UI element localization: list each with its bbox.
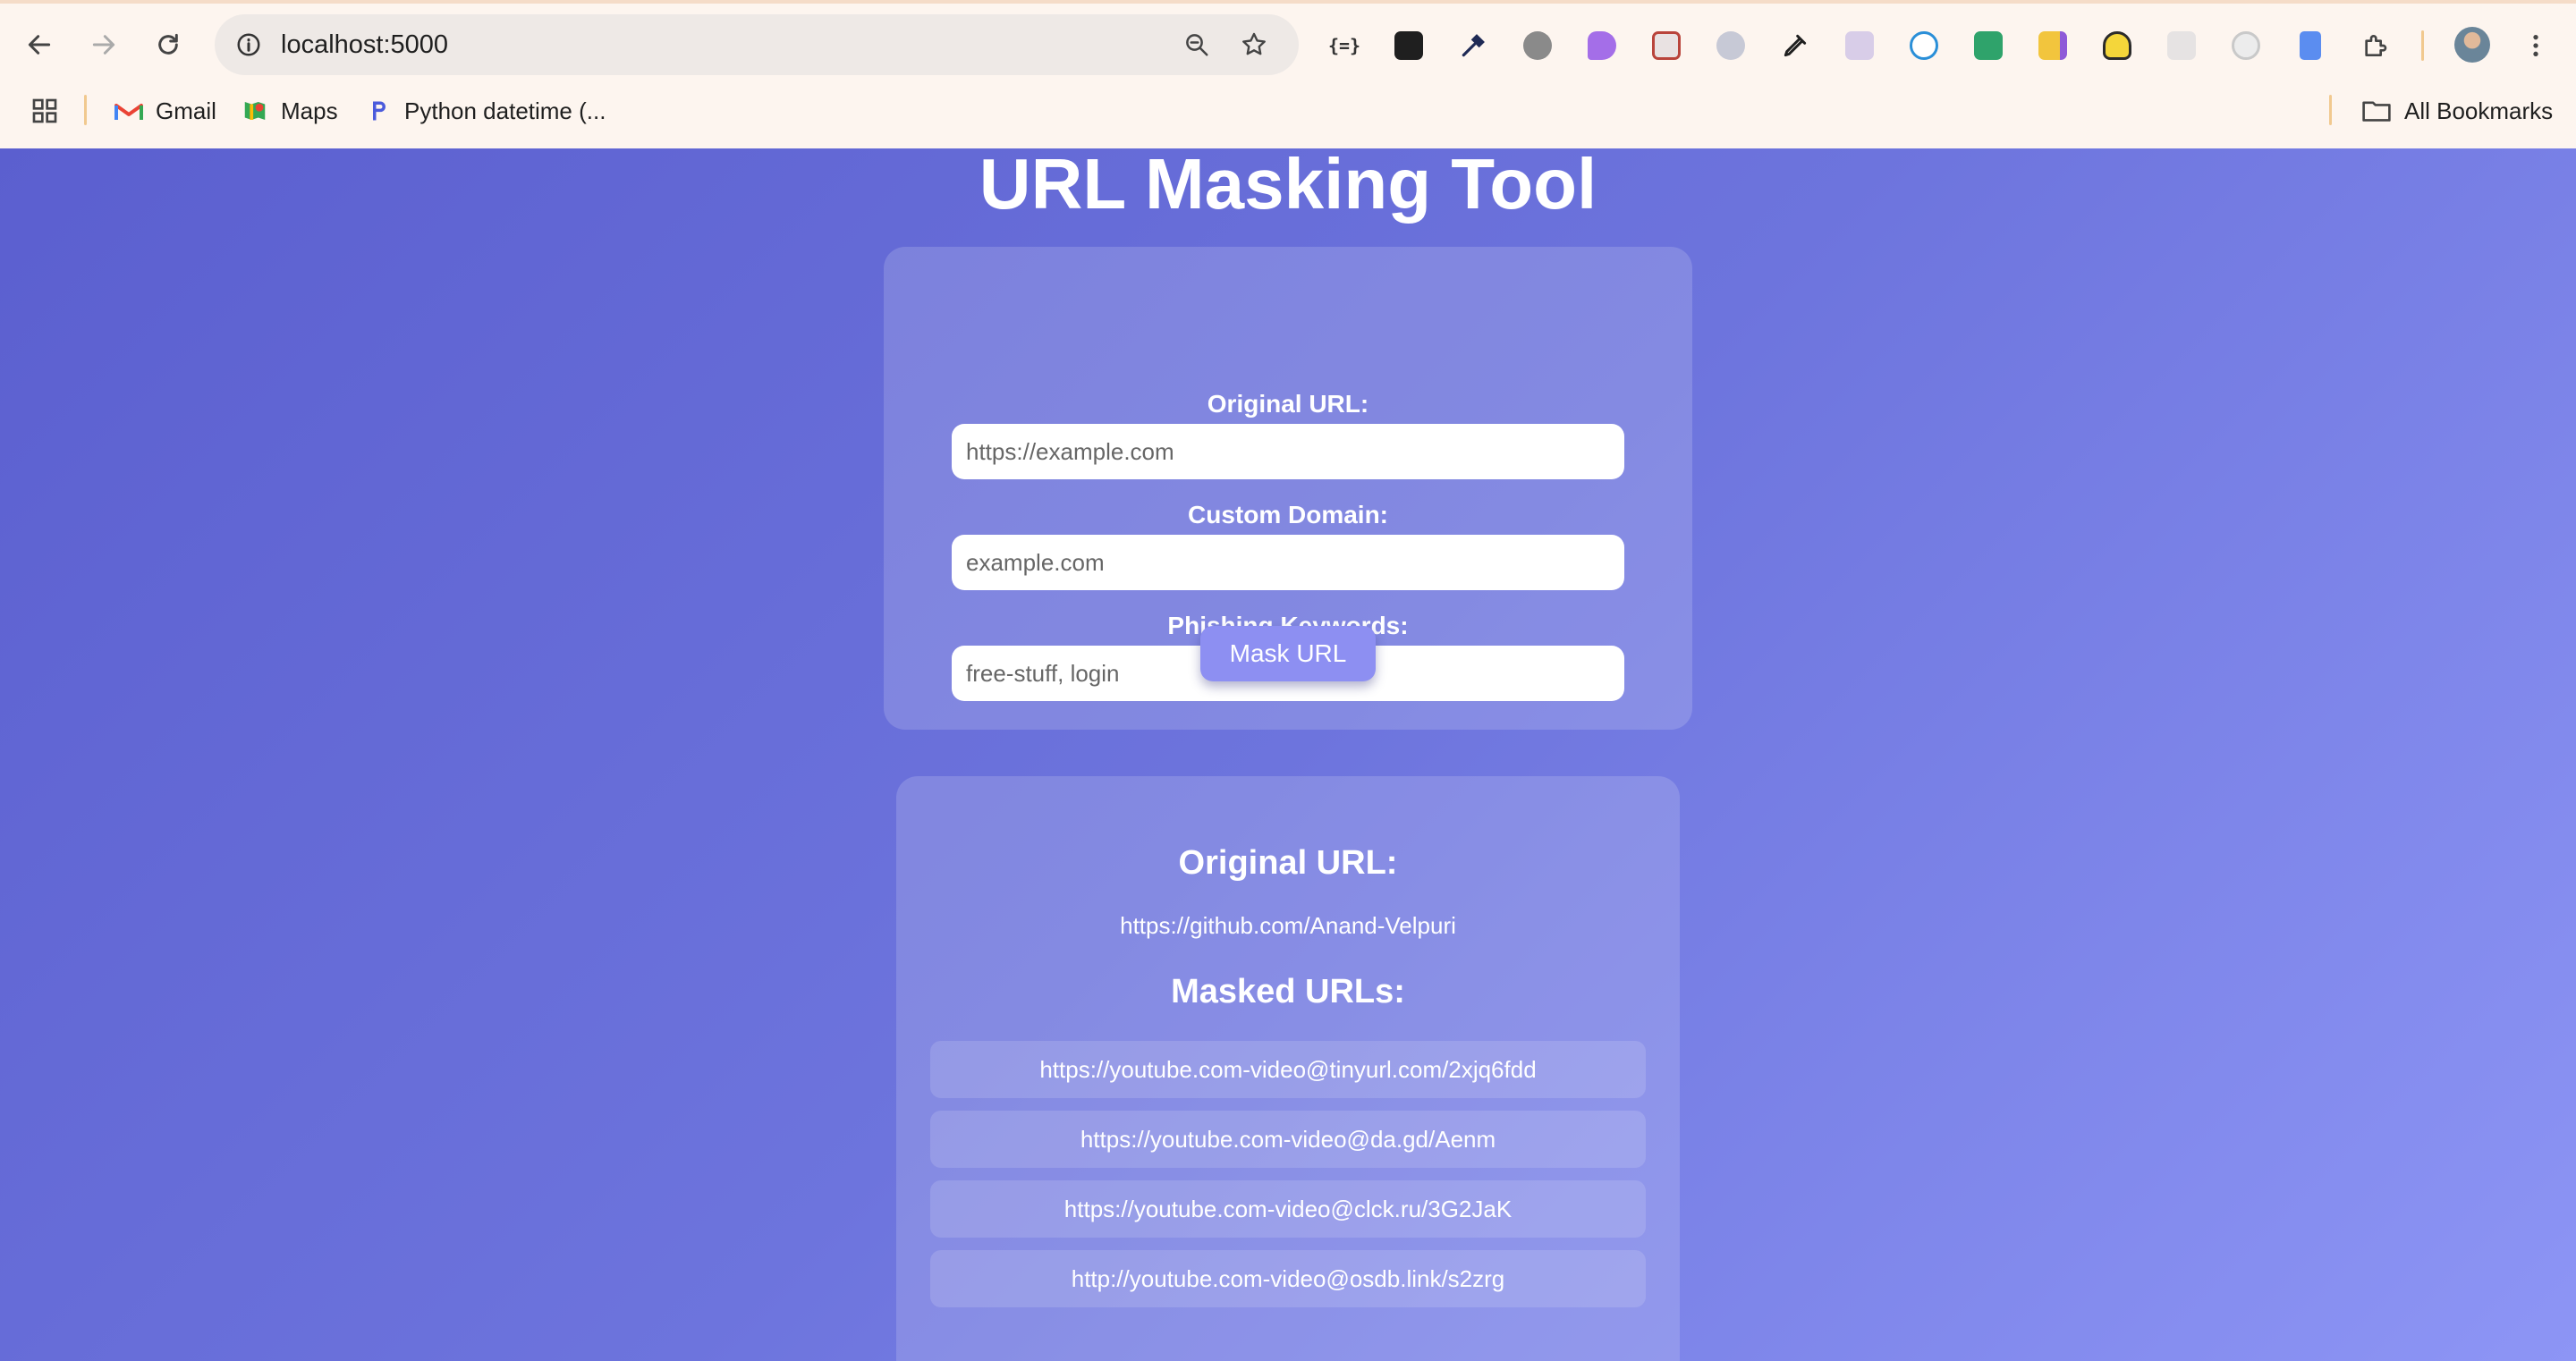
bookmark-python-datetime[interactable]: Python datetime (... [367, 93, 606, 129]
all-bookmarks-label: All Bookmarks [2404, 97, 2554, 124]
forward-button[interactable] [80, 21, 127, 68]
reload-icon [158, 33, 178, 55]
bookmark-label: Maps [281, 97, 338, 124]
original-url-input[interactable]: https://example.com [952, 424, 1624, 479]
site-info-icon[interactable] [231, 27, 267, 63]
masked-url-item[interactable]: http://youtube.com-video@osdb.link/s2zrg [930, 1250, 1646, 1307]
menu-kebab-icon[interactable] [2519, 29, 2553, 63]
lightbulb-extension-icon[interactable] [2100, 29, 2134, 63]
custom-domain-label: Custom Domain: [1188, 501, 1388, 528]
pycharm-icon [373, 101, 386, 121]
page-content: URL Masking Tool Original URL: https://e… [0, 148, 2576, 1361]
original-url-label: Original URL: [1207, 390, 1369, 418]
address-text[interactable]: localhost:5000 [281, 30, 448, 60]
original-url-placeholder: https://example.com [966, 437, 1174, 465]
custom-domain-input[interactable]: example.com [952, 535, 1624, 590]
tab-strip-edge [0, 0, 2576, 4]
masked-url-item[interactable]: https://youtube.com-video@tinyurl.com/2x… [930, 1041, 1646, 1098]
profile-avatar[interactable] [2454, 27, 2490, 63]
calendar-extension-icon[interactable] [1649, 29, 1683, 63]
grey-extension-icon[interactable] [2165, 29, 2199, 63]
masked-urls-heading: Masked URLs: [1171, 973, 1405, 1010]
forward-arrow-icon [92, 35, 115, 55]
back-button[interactable] [16, 21, 63, 68]
zoom-icon[interactable] [1179, 27, 1215, 63]
bookmark-label: Python datetime (... [404, 97, 606, 124]
result-card: Original URL: https://github.com/Anand-V… [896, 776, 1680, 1361]
back-arrow-icon [28, 35, 51, 55]
eyedropper-extension-icon[interactable] [1456, 29, 1490, 63]
page-title: URL Masking Tool [979, 148, 1597, 224]
green-extension-icon[interactable] [1971, 29, 2005, 63]
custom-domain-placeholder: example.com [966, 548, 1105, 576]
maps-icon [244, 102, 266, 120]
bookmark-star-icon[interactable] [1236, 27, 1272, 63]
folder-icon [2362, 101, 2391, 122]
mask-url-button[interactable]: Mask URL [1200, 626, 1376, 681]
bug-extension-icon[interactable] [1521, 29, 1555, 63]
cloud-extension-icon[interactable] [1714, 29, 1748, 63]
gmail-icon [114, 104, 143, 120]
bookmark-label: Gmail [156, 97, 216, 124]
circle-extension-icon[interactable] [2229, 29, 2263, 63]
bookmark-gmail[interactable]: Gmail [114, 93, 216, 129]
tampermonkey-extension-icon[interactable] [1392, 29, 1426, 63]
browser-toolbar: localhost:5000 {=} Gmail Maps Python dat… [0, 0, 2576, 148]
extensions-puzzle-icon[interactable] [2358, 29, 2392, 63]
phishing-keywords-placeholder: free-stuff, login [966, 659, 1120, 687]
original-url-heading: Original URL: [1178, 844, 1398, 882]
masked-url-item[interactable]: https://youtube.com-video@clck.ru/3G2JaK [930, 1180, 1646, 1238]
toolbar-separator [2421, 30, 2424, 61]
bookmarks-separator [84, 95, 87, 125]
purple-extension-icon[interactable] [1585, 29, 1619, 63]
masked-url-item[interactable]: https://youtube.com-video@da.gd/Aenm [930, 1111, 1646, 1168]
mask-form-card: Original URL: https://example.com Custom… [884, 247, 1692, 730]
apps-grid-icon[interactable] [30, 93, 59, 129]
r-extension-icon[interactable] [1907, 29, 1941, 63]
pen-extension-icon[interactable] [1778, 29, 1812, 63]
reload-button[interactable] [145, 21, 191, 68]
notes-extension-icon[interactable] [2036, 29, 2070, 63]
phone-extension-icon[interactable] [2293, 29, 2327, 63]
bookmark-maps[interactable]: Maps [242, 93, 338, 129]
cat-extension-icon[interactable] [1843, 29, 1877, 63]
json-extension-icon[interactable]: {=} [1327, 29, 1361, 63]
bookmarks-separator [2329, 95, 2332, 125]
original-url-value: https://github.com/Anand-Velpuri [1120, 912, 1456, 939]
all-bookmarks-button[interactable]: All Bookmarks [2361, 93, 2553, 129]
address-bar[interactable]: localhost:5000 [215, 14, 1299, 75]
